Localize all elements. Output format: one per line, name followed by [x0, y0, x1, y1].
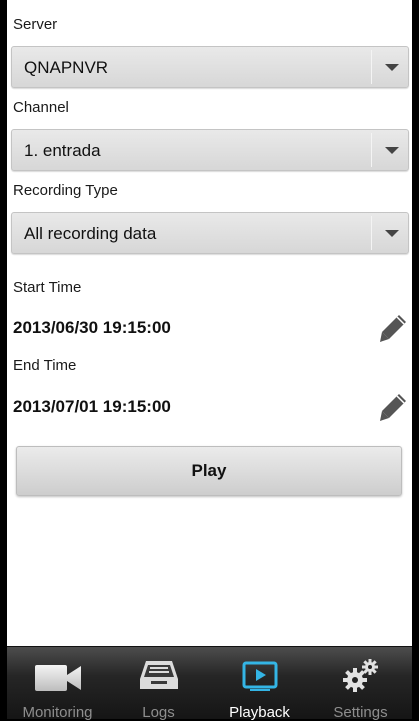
inbox-tray-icon: [139, 661, 178, 689]
channel-label: Channel: [13, 99, 69, 116]
tab-settings[interactable]: Settings: [310, 647, 411, 721]
start-time-value: 2013/06/30 19:15:00: [13, 318, 171, 337]
server-select[interactable]: QNAPNVR: [11, 46, 409, 88]
tab-settings-label: Settings: [333, 704, 388, 721]
chevron-down-icon: [385, 147, 399, 154]
end-time-value: 2013/07/01 19:15:00: [13, 397, 171, 416]
play-button[interactable]: Play: [16, 446, 402, 496]
recording-type-label: Recording Type: [13, 182, 118, 199]
channel-select[interactable]: 1. entrada: [11, 129, 409, 171]
recording-type-select[interactable]: All recording data: [11, 212, 409, 254]
recording-type-value: All recording data: [24, 224, 157, 243]
tab-monitoring[interactable]: Monitoring: [7, 647, 108, 721]
bottom-tab-bar: Monitoring Logs Playback Settings: [7, 646, 412, 721]
playback-screen: Server QNAPNVR Channel 1. entrada Record…: [7, 0, 412, 721]
play-screen-icon: [242, 661, 277, 691]
tab-monitoring-label: Monitoring: [22, 704, 93, 721]
tab-logs-label: Logs: [142, 704, 175, 721]
end-time-label: End Time: [13, 357, 77, 374]
channel-value: 1. entrada: [24, 141, 101, 160]
tab-logs[interactable]: Logs: [108, 647, 209, 721]
video-camera-icon: [34, 665, 81, 691]
select-divider: [371, 50, 372, 84]
chevron-down-icon: [385, 230, 399, 237]
edit-start-time-pencil-icon[interactable]: [377, 312, 409, 344]
gears-icon: [342, 659, 378, 692]
server-value: QNAPNVR: [24, 58, 109, 77]
edit-end-time-pencil-icon[interactable]: [377, 391, 409, 423]
server-label: Server: [13, 16, 58, 33]
start-time-label: Start Time: [13, 279, 82, 296]
tab-playback-label: Playback: [229, 704, 290, 721]
select-divider: [371, 133, 372, 167]
select-divider: [371, 216, 372, 250]
tab-playback[interactable]: Playback: [209, 647, 310, 721]
chevron-down-icon: [385, 64, 399, 71]
